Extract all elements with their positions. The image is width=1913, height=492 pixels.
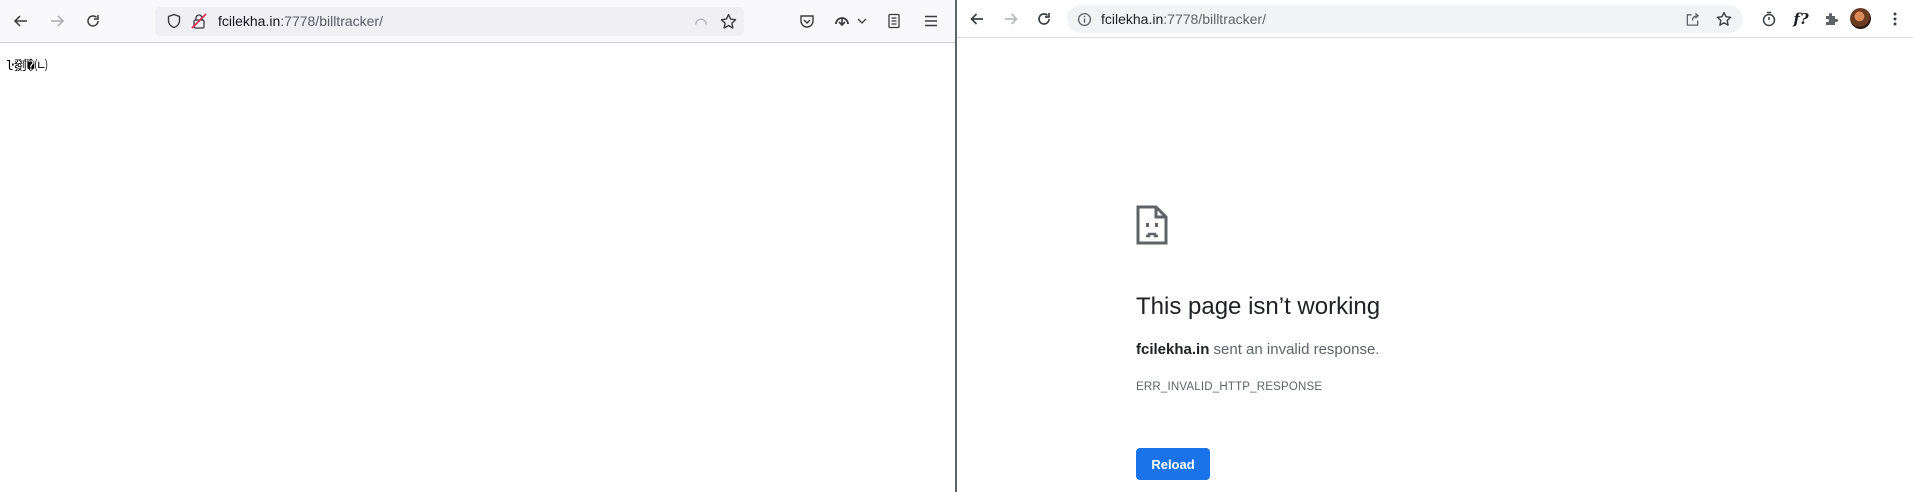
shield-icon[interactable] <box>163 10 185 32</box>
omnibox[interactable]: fcilekha.in:7778/billtracker/ <box>1067 5 1743 33</box>
forward-arrow-icon[interactable] <box>45 9 69 33</box>
reload-button[interactable]: Reload <box>1136 448 1210 480</box>
timer-icon[interactable] <box>1757 7 1781 31</box>
puzzle-icon[interactable] <box>1819 7 1843 31</box>
download-icon[interactable] <box>830 9 854 33</box>
garbled-page-content: ŀ㔇ⷵ�㈁ <box>6 59 48 74</box>
avatar[interactable] <box>1850 8 1871 29</box>
chevron-down-icon[interactable] <box>855 9 869 33</box>
insecure-lock-icon[interactable] <box>188 10 210 32</box>
hamburger-menu-icon[interactable] <box>919 9 943 33</box>
kebab-menu-icon[interactable] <box>1883 7 1907 31</box>
pocket-icon[interactable] <box>795 9 819 33</box>
star-icon[interactable] <box>717 10 739 32</box>
firefox-window: fcilekha.in:7778/billtracker/ ŀ㔇ⷵ�㈁ <box>0 0 955 492</box>
reload-icon[interactable] <box>81 9 105 33</box>
sad-document-icon <box>1136 205 1168 245</box>
url-text[interactable]: fcilekha.in:7778/billtracker/ <box>218 13 383 29</box>
address-bar[interactable]: fcilekha.in:7778/billtracker/ <box>155 7 744 36</box>
error-host: fcilekha.in <box>1136 341 1210 358</box>
chrome-window: fcilekha.in:7778/billtracker/ f? This pa… <box>957 0 1913 492</box>
back-arrow-icon[interactable] <box>965 7 989 31</box>
star-icon[interactable] <box>1713 8 1735 30</box>
info-icon[interactable] <box>1073 8 1095 30</box>
forward-arrow-icon[interactable] <box>999 7 1023 31</box>
reader-view-icon[interactable] <box>690 10 712 32</box>
firefox-toolbar: fcilekha.in:7778/billtracker/ <box>0 0 955 43</box>
share-icon[interactable] <box>1681 8 1703 30</box>
formula-extension-icon[interactable]: f? <box>1789 7 1813 31</box>
error-code: ERR_INVALID_HTTP_RESPONSE <box>1136 381 1323 393</box>
chrome-toolbar: fcilekha.in:7778/billtracker/ f? <box>957 0 1913 38</box>
reload-icon[interactable] <box>1032 7 1056 31</box>
url-text[interactable]: fcilekha.in:7778/billtracker/ <box>1101 11 1266 27</box>
back-arrow-icon[interactable] <box>9 9 33 33</box>
document-icon[interactable] <box>882 9 906 33</box>
error-message: fcilekha.in sent an invalid response. <box>1136 341 1380 358</box>
error-title: This page isn’t working <box>1136 293 1381 320</box>
